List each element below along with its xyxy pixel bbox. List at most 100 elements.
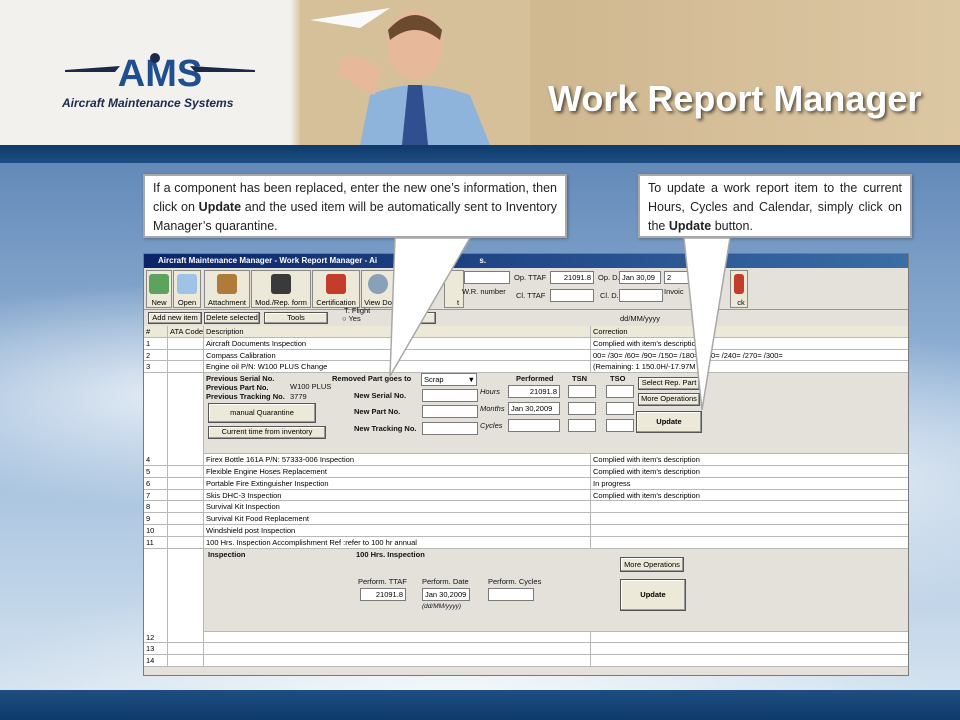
table-row[interactable]: 4 Firex Bottle 161A P/N: 57333-006 Inspec… [144,454,908,466]
new-button[interactable]: New [146,270,172,308]
row-ata [168,655,204,666]
perf-ttaf-field[interactable]: 21091.8 [360,587,406,601]
view-button[interactable]: View Do [361,270,395,308]
table-row[interactable]: 6 Portable Fire Extinguisher Inspection In… [144,477,908,490]
row-ata [168,631,204,643]
new-serial-label: New Serial No. [354,391,407,401]
prev-tracking-value: 3779 [290,392,307,402]
cl-d-label: Cl. D. [600,291,619,300]
removed-part-select[interactable]: Scrap ▼ [421,373,477,387]
wr-top-field[interactable] [464,271,510,284]
new-part-field[interactable] [422,405,478,419]
t-flight-field[interactable] [404,312,436,324]
removed-part-label: Removed Part goes to [332,374,412,384]
open-icon [177,274,197,294]
table-row[interactable]: 2 Compass Calibration 00= /30= /60= /90= /… [144,349,908,362]
lock-icon [734,274,744,294]
update-button-3[interactable]: Update [636,411,702,434]
tools-button[interactable]: Tools [264,312,328,324]
perf-cycles-field[interactable] [488,587,534,601]
hours-field[interactable]: 21091.8 [508,385,560,399]
row-description: Portable Fire Extinguisher Inspection [204,477,591,489]
months-field[interactable]: Jan 30,2009 [508,402,560,416]
cycles-tso-field[interactable] [606,419,634,433]
row-description: Firex Bottle 161A P/N: 57333-006 Inspect… [204,454,591,465]
table-row[interactable]: 3 Engine oil P/N: W100 PLUS Change (Remain… [144,361,908,374]
hours-label: Hours [480,387,501,397]
row-description [204,643,591,655]
row-correction: Complied with item's description [591,454,908,465]
table-row[interactable]: 10 Windshield post Inspection [144,524,908,537]
op-ttaf-field[interactable]: 21091.8 [550,271,594,284]
row-ata [168,477,204,489]
more-operations-button-3[interactable]: More Operations [638,393,700,407]
select-rep-part-button[interactable]: Select Rep. Part [638,377,700,391]
row-ata [168,349,204,361]
row-number: 7 [144,489,168,501]
table-row[interactable]: 5 Flexible Engine Hoses Replacement Compli… [144,465,908,478]
update-button-11[interactable]: Update [620,578,686,611]
table-row[interactable]: 7 Skis DHC-3 Inspection Complied with item… [144,489,908,502]
new-tracking-field[interactable] [422,422,478,436]
attachment-button[interactable]: Attachment [204,270,250,308]
row-description: 100 Hrs. Inspection Accomplishment Ref :… [204,536,591,548]
certification-button[interactable]: Certification [312,270,360,308]
certification-icon [326,274,346,294]
new-serial-field[interactable] [422,389,478,403]
row-description: Flexible Engine Hoses Replacement [204,465,591,477]
more-operations-button-11[interactable]: More Operations [620,556,684,572]
magnifier-icon [368,274,388,294]
row-ata [168,489,204,501]
logo-subtitle: Aircraft Maintenance Systems [62,96,234,110]
table-row[interactable]: 12 [144,631,908,644]
t-flight-yes-radio[interactable]: ○ Yes [342,314,361,323]
hours-tso-field[interactable] [606,385,634,399]
open-button[interactable]: Open [173,270,201,308]
table-row[interactable]: 13 [144,643,908,656]
mod-rep-label: Mod./Rep. form [255,298,307,307]
t-button-fragment[interactable]: t [444,270,464,308]
lock-button-fragment[interactable]: ck [730,270,748,308]
prev-part-value: W100 PLUS [290,382,332,392]
op-d-label: Op. D. [598,273,620,282]
current-time-inventory-button[interactable]: Current time from inventory [208,426,326,440]
perf-date-field[interactable]: Jan 30,2009 [422,587,470,601]
mod-rep-form-button[interactable]: Mod./Rep. form [251,270,311,308]
table-row[interactable]: 9 Survival Kit Food Replacement [144,513,908,525]
work-items-grid: # ATA Code Description Correction 1 Aircr… [144,326,908,667]
cycles-field[interactable] [508,419,560,433]
table-row[interactable]: 14 [144,655,908,667]
add-new-item-button[interactable]: Add new item [148,312,202,324]
cycles-tsn-field[interactable] [568,419,596,433]
tsn-label: TSN [572,374,587,384]
hours-tsn-field[interactable] [568,385,596,399]
mod-rep-icon [271,274,291,294]
table-row[interactable]: 8 Survival Kit Inspection [144,501,908,514]
row-correction: In progress [591,478,908,489]
delete-selected-button[interactable]: Delete selected [204,312,260,324]
row-correction: Complied with item's description [591,490,908,501]
manual-quarantine-button[interactable]: manual Quarantine [208,403,316,424]
row-ata [168,361,204,373]
table-row[interactable]: 1 Aircraft Documents Inspection Complied w… [144,337,908,350]
cl-d-field[interactable] [619,289,663,302]
row-number: 3 [144,361,168,373]
months-tso-field[interactable] [606,402,634,416]
dropdown-arrow-icon: ▼ [467,375,475,385]
callout-right-text-2: button. [711,219,753,233]
row-number: 13 [144,643,168,655]
ams-logo: AMS [65,53,255,95]
months-tsn-field[interactable] [568,402,596,416]
prev-serial-label: Previous Serial No. [206,374,275,384]
op-d-field[interactable]: Jan 30,09 [619,271,661,284]
window-title-tail: s. [479,256,487,265]
prev-part-label: Previous Part No. [206,383,269,393]
businessman-photo [300,0,530,145]
table-row[interactable]: 11 100 Hrs. Inspection Accomplishment Ref… [144,536,908,549]
row-number: 6 [144,477,168,489]
col-ata: ATA Code [170,326,204,337]
op-d-extra-field[interactable]: 2 [664,271,692,284]
row-description: Skis DHC-3 Inspection [204,489,591,501]
cl-ttaf-field[interactable] [550,289,594,302]
cycles-label: Cycles [480,421,503,431]
